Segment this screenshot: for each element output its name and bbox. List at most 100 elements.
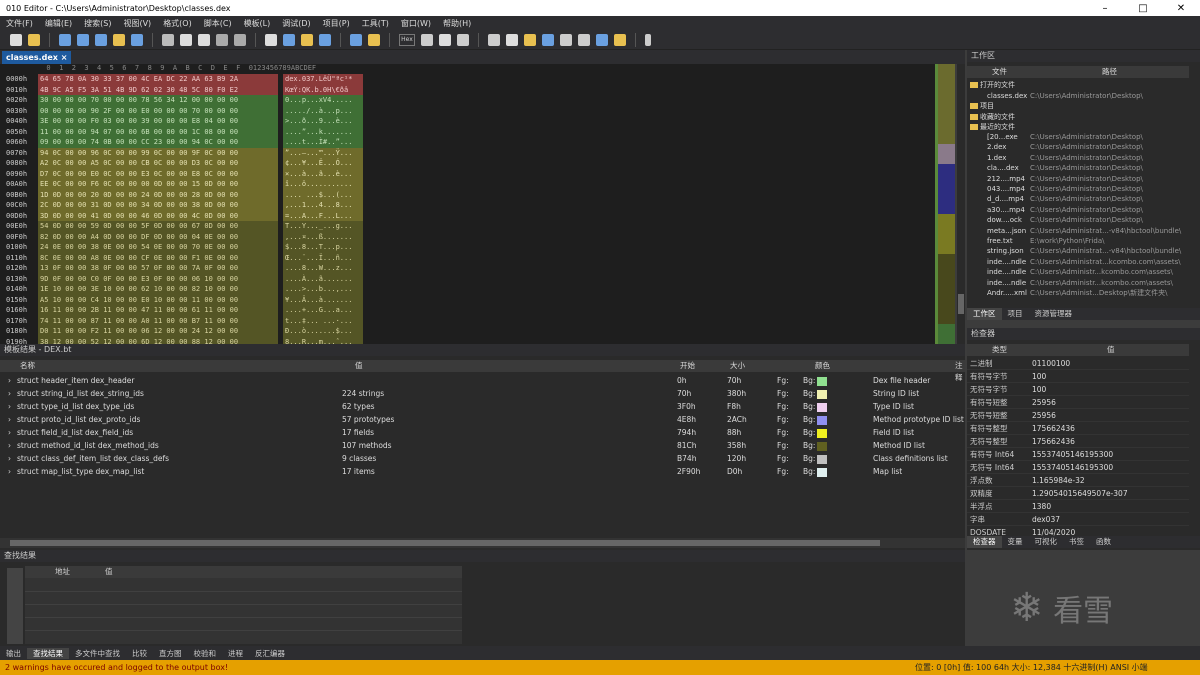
hex-bytes[interactable]: 2C 0D 00 00 31 0D 00 00 34 0D 00 00 38 0… <box>38 200 278 211</box>
tab-inspector[interactable]: 检查器 <box>967 536 1002 548</box>
hex-editor[interactable]: 0 1 2 3 4 5 6 7 8 9 A B C D E F 01234567… <box>0 64 935 344</box>
color-swatch[interactable] <box>817 415 828 425</box>
hex-ascii[interactable]: ....À...ã....... <box>283 273 363 284</box>
expand-arrow-icon[interactable]: › <box>8 374 11 387</box>
menu-window[interactable]: 窗口(W) <box>401 18 431 29</box>
hex-bytes[interactable]: D0 11 00 00 F2 11 00 00 06 12 00 00 24 1… <box>38 326 278 337</box>
expand-arrow-icon[interactable]: › <box>8 452 11 465</box>
inspector-row[interactable]: 浮点数 1.165984e-32 <box>967 474 1189 487</box>
row-bg-color[interactable]: Bg: <box>803 426 828 439</box>
inspector-row[interactable]: 有符号整型 175662436 <box>967 422 1189 435</box>
hex-ascii[interactable]: ”...–...™...Ÿ... <box>283 147 363 158</box>
find-results-grid[interactable]: 地址 值 <box>25 566 462 644</box>
table-row[interactable]: › struct field_id_list dex_field_ids 17 fi… <box>0 426 965 439</box>
hex-ascii[interactable]: Œ...¨...Ï...ñ... <box>283 252 363 263</box>
color-swatch[interactable] <box>817 467 828 477</box>
color-swatch[interactable] <box>817 454 828 464</box>
inspector-value[interactable]: dex037 <box>1032 513 1060 526</box>
tab-explorer[interactable]: 资源管理器 <box>1029 308 1079 320</box>
hex-bytes[interactable]: 3E 00 00 00 F0 03 00 00 39 00 00 00 E8 0… <box>38 116 278 127</box>
row-bg-color[interactable]: Bg: <box>803 413 828 426</box>
column-type[interactable]: 类型 <box>992 344 1007 356</box>
minimize-icon[interactable]: – <box>1086 3 1124 14</box>
menu-script[interactable]: 脚本(C) <box>204 18 232 29</box>
menu-debug[interactable]: 调试(D) <box>282 18 310 29</box>
inspector-row[interactable]: 无符号整型 175662436 <box>967 435 1189 448</box>
expand-arrow-icon[interactable]: › <box>8 387 11 400</box>
column-address[interactable]: 地址 <box>55 566 70 578</box>
list-item[interactable]: 043....mp4 C:\Users\Administrator\Desktop… <box>967 184 1189 195</box>
inspector-value[interactable]: 25956 <box>1032 409 1056 422</box>
color-swatch[interactable] <box>817 441 828 451</box>
find-icon[interactable] <box>265 33 277 46</box>
hex-bytes[interactable]: 09 00 00 00 74 0B 00 00 CC 23 00 00 94 0… <box>38 137 278 148</box>
inspector-value[interactable]: 15537405146195300 <box>1032 448 1113 461</box>
tab-find-results[interactable]: 查找结果 <box>27 647 69 659</box>
tab-close-icon[interactable]: × <box>61 53 68 62</box>
menu-project[interactable]: 项目(P) <box>323 18 350 29</box>
expand-arrow-icon[interactable]: › <box>8 400 11 413</box>
list-item[interactable]: inde....ndle C:\Users\Administrat...kcomb… <box>967 257 1189 268</box>
inspector-value[interactable]: 15537405146195300 <box>1032 461 1113 474</box>
scrollbar-thumb[interactable] <box>10 540 880 546</box>
save-all-icon[interactable] <box>95 33 107 46</box>
import-icon[interactable] <box>506 33 518 46</box>
list-item[interactable]: 1.dex C:\Users\Administrator\Desktop\ <box>967 153 1189 164</box>
hex-ascii[interactable]: ¢...¥...Ë...Ó... <box>283 158 363 169</box>
inspector-value[interactable]: 100 <box>1032 370 1046 383</box>
menu-help[interactable]: 帮助(H) <box>443 18 471 29</box>
tab-checksum[interactable]: 校验和 <box>188 648 223 659</box>
hex-ascii[interactable]: t...‡... ...·... <box>283 315 363 326</box>
row-bg-color[interactable]: Bg: <box>803 374 828 387</box>
expand-arrow-icon[interactable]: › <box>8 426 11 439</box>
hex-bytes[interactable]: 3D 0D 00 00 41 0D 00 00 46 0D 00 00 4C 0… <box>38 210 278 221</box>
calculator-icon[interactable] <box>488 33 500 46</box>
inspector-row[interactable]: 半浮点 1380 <box>967 500 1189 513</box>
histogram-icon[interactable] <box>542 33 554 46</box>
hex-ascii[interactable]: ....>...b...‚... <box>283 284 363 295</box>
hex-bytes[interactable]: 8C 0E 00 00 A8 0E 00 00 CF 0E 00 00 F1 0… <box>38 252 278 263</box>
list-item[interactable]: string.json C:\Users\Administrat...-v84\h… <box>967 246 1189 257</box>
hex-bytes[interactable]: D7 0C 00 00 E0 0C 00 00 E3 0C 00 00 E8 0… <box>38 168 278 179</box>
menu-template[interactable]: 模板(L) <box>244 18 271 29</box>
hex-ascii[interactable]: T...Y..._...g... <box>283 221 363 232</box>
hex-bytes[interactable]: EE 0C 00 00 F6 0C 00 00 00 0D 00 00 15 0… <box>38 179 278 190</box>
list-item[interactable]: meta...json C:\Users\Administrat...-v84\h… <box>967 226 1189 237</box>
expand-arrow-icon[interactable]: › <box>8 465 11 478</box>
inspector-value[interactable]: 1.29054015649507e-307 <box>1032 487 1128 500</box>
tab-process[interactable]: 进程 <box>222 648 249 659</box>
inspector-row[interactable]: 字串 dex037 <box>967 513 1189 526</box>
color-swatch[interactable] <box>817 428 828 438</box>
hex-bytes[interactable]: 94 0C 00 00 96 0C 00 00 99 0C 00 00 9F 0… <box>38 147 278 158</box>
list-item[interactable]: free.txt E:\work\Python\Frida\ <box>967 236 1189 247</box>
new-file-icon[interactable] <box>10 33 22 46</box>
hex-bytes[interactable]: 82 0D 00 00 A4 0D 00 00 DF 0D 00 00 04 0… <box>38 231 278 242</box>
hex-ascii[interactable]: ¥...Ä...à....... <box>283 294 363 305</box>
hex-ascii[interactable]: ×...à...ã...è... <box>283 168 363 179</box>
column-color[interactable]: 颜色 <box>815 360 830 372</box>
open-file-icon[interactable] <box>28 33 40 46</box>
hex-bytes[interactable]: 16 11 00 00 2B 11 00 00 47 11 00 00 61 1… <box>38 305 278 316</box>
template-hscrollbar[interactable] <box>0 538 965 548</box>
tab-histogram[interactable]: 直方图 <box>153 648 188 659</box>
hex-scroll-map[interactable] <box>935 64 965 344</box>
hex-ascii[interactable]: KœÝ:QK.b.0H\€ðâ <box>283 84 363 95</box>
table-row[interactable]: › struct header_item dex_header 0h 70h Fg: Bg… <box>0 374 965 387</box>
hex-ascii[interactable]: ‚...¤...ß....... <box>283 231 363 242</box>
replace-icon[interactable] <box>283 33 295 46</box>
column-path[interactable]: 路径 <box>1102 66 1117 78</box>
hex-bytes[interactable]: 24 0E 00 00 38 0E 00 00 54 0E 00 00 70 0… <box>38 242 278 253</box>
hex-ascii[interactable]: .... ...$...(... <box>283 189 363 200</box>
hex-ascii[interactable]: 0...p...xV4..... <box>283 95 363 106</box>
open-files-group[interactable]: 打开的文件 <box>967 80 1189 91</box>
tab-disassembler[interactable]: 反汇编器 <box>249 648 291 659</box>
redo-icon[interactable] <box>234 33 246 46</box>
tab-find-in-files[interactable]: 多文件中查找 <box>69 648 126 659</box>
color-swatch[interactable] <box>817 376 828 386</box>
expand-arrow-icon[interactable]: › <box>8 439 11 452</box>
list-item[interactable]: inde....ndle C:\Users\Administr...kcombo.… <box>967 267 1189 278</box>
undo-icon[interactable] <box>216 33 228 46</box>
list-item[interactable]: Andr.....xml C:\Users\Administ...Desktop\… <box>967 288 1189 299</box>
menu-search[interactable]: 搜索(S) <box>84 18 111 29</box>
hex-ascii[interactable]: ,...1...4...8... <box>283 200 363 211</box>
